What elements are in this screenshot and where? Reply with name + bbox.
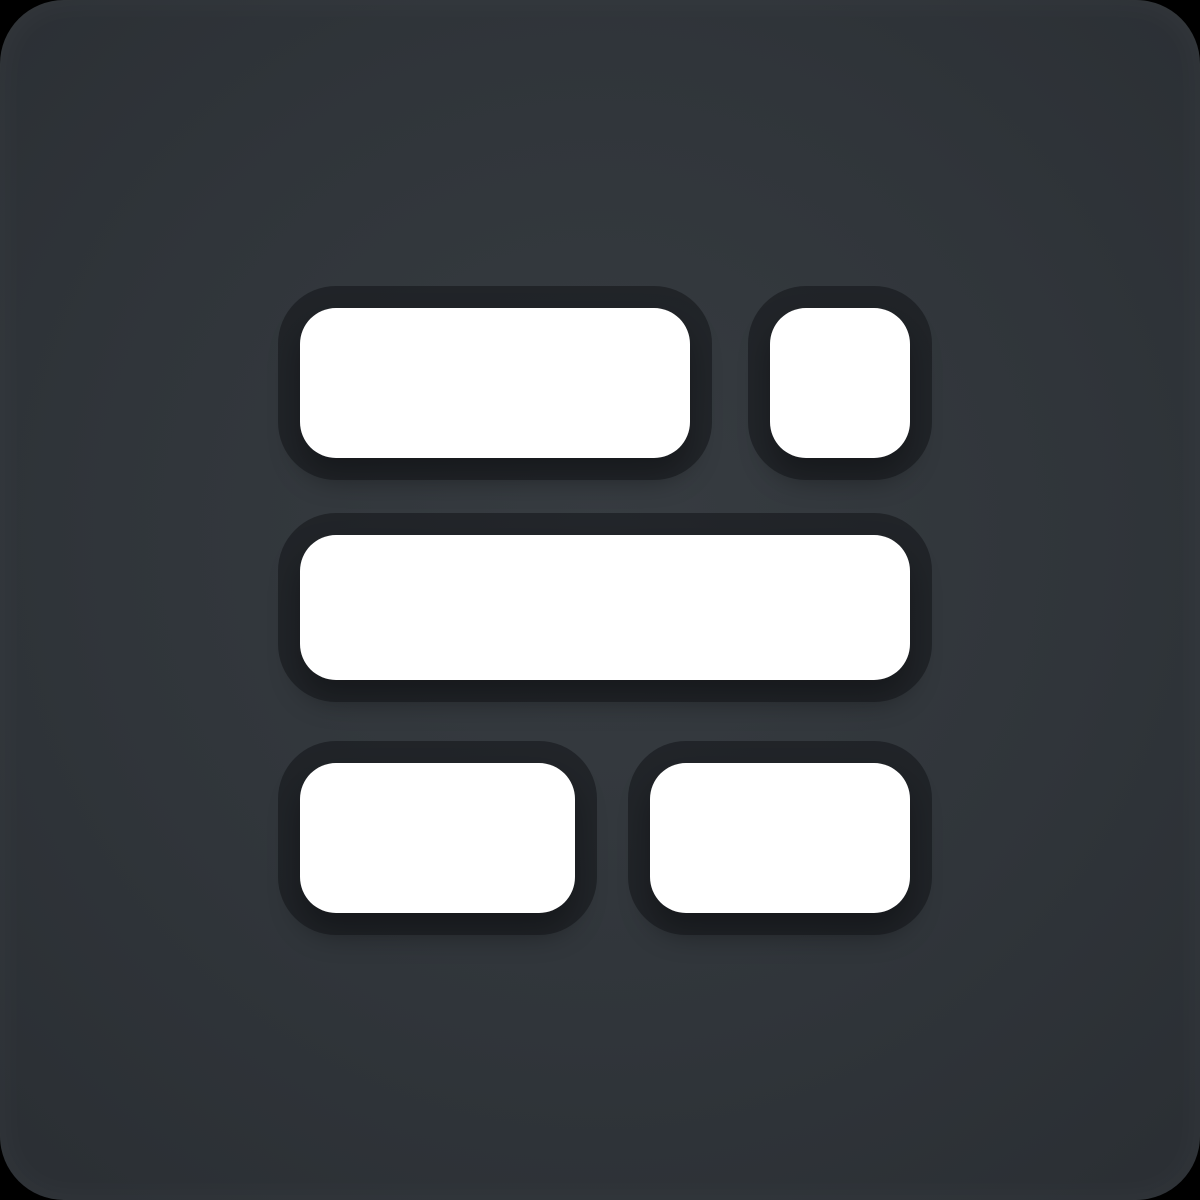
layout-block-top-right	[770, 308, 910, 458]
layout-block-bottom-right	[650, 763, 910, 913]
app-icon-tile[interactable]	[0, 0, 1200, 1200]
layout-block-bottom-left	[300, 763, 575, 913]
layout-grid-icon	[0, 0, 1200, 1200]
layout-block-top-left	[300, 308, 690, 458]
layout-block-middle	[300, 535, 910, 680]
